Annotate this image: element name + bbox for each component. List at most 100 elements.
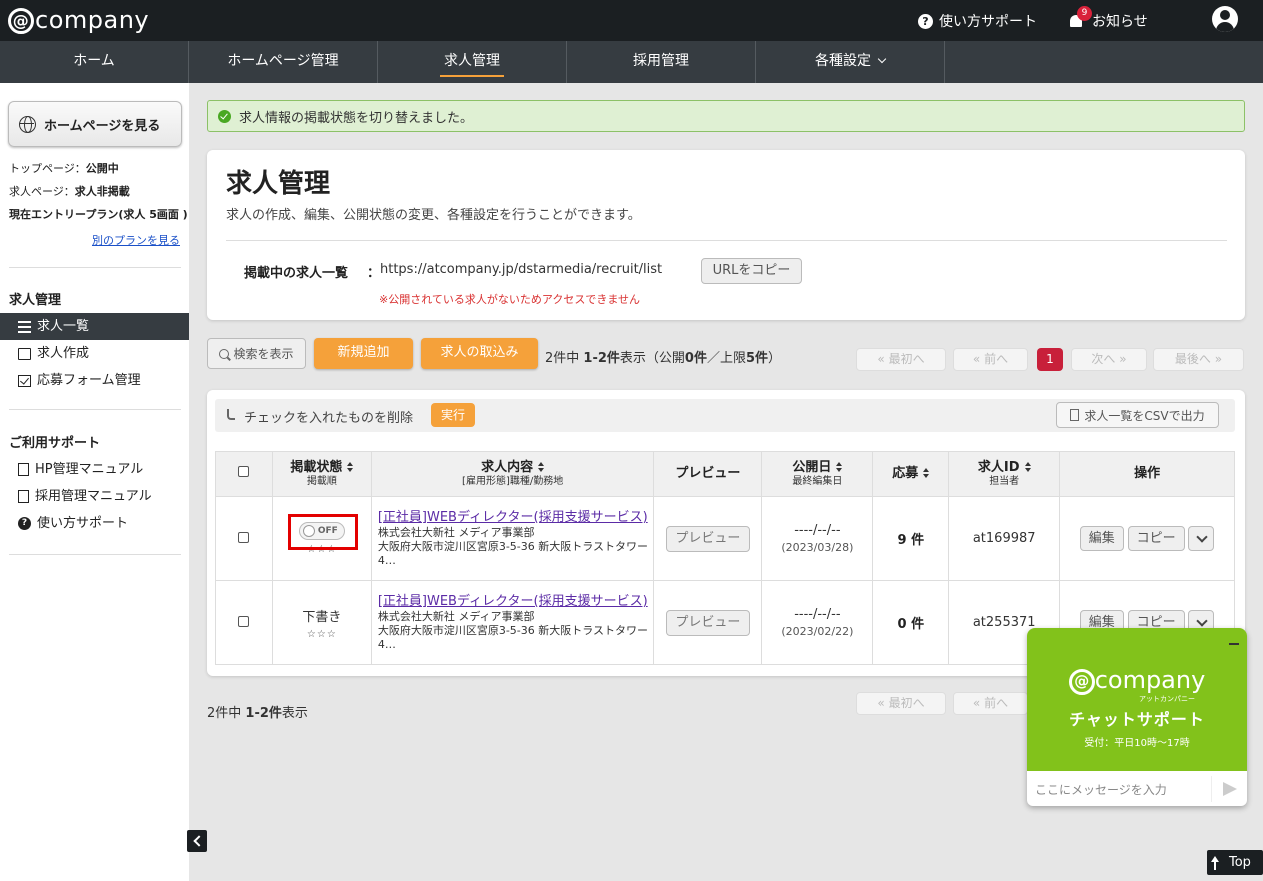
table-header-row: 掲載状態 掲載順 求人内容 [雇用形態]職種/勤務地 プレビュー 公開日 最終編集日 … (215, 451, 1235, 497)
page-first-button[interactable]: « 最初へ (856, 692, 946, 715)
import-jobs-button[interactable]: 求人の取込み (421, 338, 538, 369)
application-count[interactable]: 0 件 (898, 617, 925, 632)
job-title-link[interactable]: [正社員]WEBディレクター(採用支援サービス) (378, 510, 654, 526)
row-checkbox[interactable] (238, 615, 250, 627)
bulk-action-bar: チェックを入れたものを削除 実行 求人一覧をCSVで出力 (215, 399, 1235, 432)
show-search-button[interactable]: 検索を表示 (207, 338, 306, 369)
draft-status: 下書き (302, 609, 342, 625)
sidebar-divider (9, 267, 181, 268)
job-list-url: https://atcompany.jp/dstarmedia/recruit/… (380, 262, 663, 277)
execute-button[interactable]: 実行 (431, 403, 475, 427)
help-icon: ? (18, 517, 31, 530)
select-all-checkbox[interactable] (238, 466, 250, 478)
notifications-label: お知らせ (1092, 14, 1148, 30)
current-plan: 現在エントリープラン(求人 5画面 ) (9, 208, 188, 221)
result-count-bottom: 2件中 1-2件表示 (207, 706, 308, 721)
sidebar-section-job: 求人管理 (9, 293, 62, 308)
page-prev-button[interactable]: « 前へ (953, 692, 1028, 715)
back-to-top-button[interactable]: Top (1207, 850, 1263, 875)
page-first-button[interactable]: « 最初へ (856, 348, 946, 371)
chat-title: チャットサポート (1069, 710, 1205, 729)
edit-icon (18, 347, 31, 360)
success-alert: 求人情報の掲載状態を切り替えました。 (207, 100, 1245, 132)
check-circle-icon (218, 109, 231, 123)
support-label: 使い方サポート (939, 14, 1037, 30)
header-content[interactable]: 求人内容 [雇用形態]職種/勤務地 (370, 451, 655, 497)
search-icon (219, 348, 230, 359)
copy-url-button[interactable]: URLをコピー (701, 258, 802, 284)
last-edited-date: (2023/03/28) (781, 541, 854, 554)
job-company: 株式会社大新社 メディア事業部 (377, 610, 535, 623)
pdf-icon (18, 463, 29, 476)
checkbox-icon (18, 374, 31, 387)
nav-home[interactable]: ホーム (0, 41, 189, 83)
page-prev-button[interactable]: « 前へ (953, 348, 1028, 371)
more-actions-dropdown[interactable] (1188, 526, 1215, 551)
chat-support-widget: @ company アットカンパニー チャットサポート 受付：平日10時〜17時 … (1027, 628, 1247, 806)
copy-button[interactable]: コピー (1127, 526, 1185, 551)
result-count: 2件中 1-2件表示（公開0件／上限5件） (545, 351, 782, 366)
chat-logo: @ company (1027, 666, 1247, 695)
collapse-sidebar-button[interactable] (187, 830, 207, 852)
header-select-all (215, 451, 273, 497)
company-logo[interactable]: @ company (8, 6, 149, 34)
user-avatar[interactable] (1212, 6, 1238, 32)
other-plans-link[interactable]: 別のプランを見る (92, 232, 180, 248)
page-title: 求人管理 (226, 169, 331, 199)
sidebar-item-hp-manual[interactable]: HP管理マニュアル (0, 456, 189, 483)
sidebar-item-job-create[interactable]: 求人作成 (0, 340, 189, 367)
add-new-button[interactable]: 新規追加 (314, 338, 413, 369)
top-page-status: トップページ：公開中 (9, 162, 119, 175)
publish-date: ----/--/-- (794, 607, 841, 622)
top-bar: @ company ? 使い方サポート 9 お知らせ (0, 0, 1263, 41)
job-company: 株式会社大新社 メディア事業部 (377, 526, 535, 539)
sort-icon (836, 462, 843, 473)
sort-icon (1024, 462, 1031, 473)
header-applications[interactable]: 応募 (872, 451, 950, 497)
export-csv-button[interactable]: 求人一覧をCSVで出力 (1056, 402, 1219, 428)
preview-button[interactable]: プレビュー (665, 609, 750, 636)
edit-button[interactable]: 編集 (1079, 526, 1124, 551)
url-colon: ： (367, 266, 381, 281)
chat-hours: 受付：平日10時〜17時 (1084, 738, 1190, 749)
page-last-button[interactable]: 最後へ » (1153, 348, 1244, 371)
chat-message-input[interactable]: ここにメッセージを入力 (1035, 781, 1167, 798)
page-next-button[interactable]: 次へ » (1071, 348, 1147, 371)
sidebar-item-application-form[interactable]: 応募フォーム管理 (0, 367, 189, 394)
row-checkbox[interactable] (238, 531, 250, 543)
priority-stars[interactable]: ☆☆☆ (273, 629, 371, 640)
support-link[interactable]: ? 使い方サポート (918, 11, 1037, 31)
preview-button[interactable]: プレビュー (665, 525, 750, 552)
nav-homepage-management[interactable]: ホームページ管理 (189, 41, 378, 83)
nav-job-management[interactable]: 求人管理 (378, 41, 567, 83)
minimize-icon[interactable] (1229, 643, 1239, 645)
sidebar-item-job-list[interactable]: 求人一覧 (0, 313, 189, 340)
nav-hiring-management[interactable]: 採用管理 (567, 41, 756, 83)
header-preview: プレビュー (653, 451, 763, 497)
sort-icon (347, 462, 354, 473)
publish-date: ----/--/-- (794, 523, 841, 538)
send-icon[interactable] (1223, 782, 1237, 796)
header-status[interactable]: 掲載状態 掲載順 (271, 451, 372, 497)
main-nav: ホーム ホームページ管理 求人管理 採用管理 各種設定 (0, 41, 1263, 83)
page-description: 求人の作成、編集、公開状態の変更、各種設定を行うことができます。 (226, 208, 641, 223)
notifications-link[interactable]: 9 お知らせ (1068, 6, 1148, 31)
header-job-id[interactable]: 求人ID 担当者 (948, 451, 1061, 497)
list-icon (18, 320, 31, 333)
application-count[interactable]: 9 件 (898, 533, 925, 548)
highlight-box (287, 514, 358, 550)
sidebar-item-support[interactable]: ? 使い方サポート (0, 510, 189, 537)
page-header-card: 求人管理 求人の作成、編集、公開状態の変更、各種設定を行うことができます。 掲載… (207, 150, 1245, 320)
job-title-link[interactable]: [正社員]WEBディレクター(採用支援サービス) (378, 594, 654, 610)
page-current[interactable]: 1 (1037, 348, 1063, 371)
nav-settings[interactable]: 各種設定 (756, 41, 945, 83)
job-address: 大阪府大阪市淀川区宮原3-5-36 新大阪トラストタワー4… (377, 623, 649, 651)
job-id: at169987 (972, 531, 1036, 546)
chat-header: @ company アットカンパニー チャットサポート 受付：平日10時〜17時 (1027, 628, 1247, 771)
chat-logo-kana: アットカンパニー (1139, 695, 1195, 703)
divider (226, 240, 1227, 241)
view-homepage-button[interactable]: ホームページを見る (8, 101, 182, 147)
sidebar-item-hiring-manual[interactable]: 採用管理マニュアル (0, 483, 189, 510)
header-date[interactable]: 公開日 最終編集日 (761, 451, 874, 497)
pdf-icon (18, 490, 29, 503)
